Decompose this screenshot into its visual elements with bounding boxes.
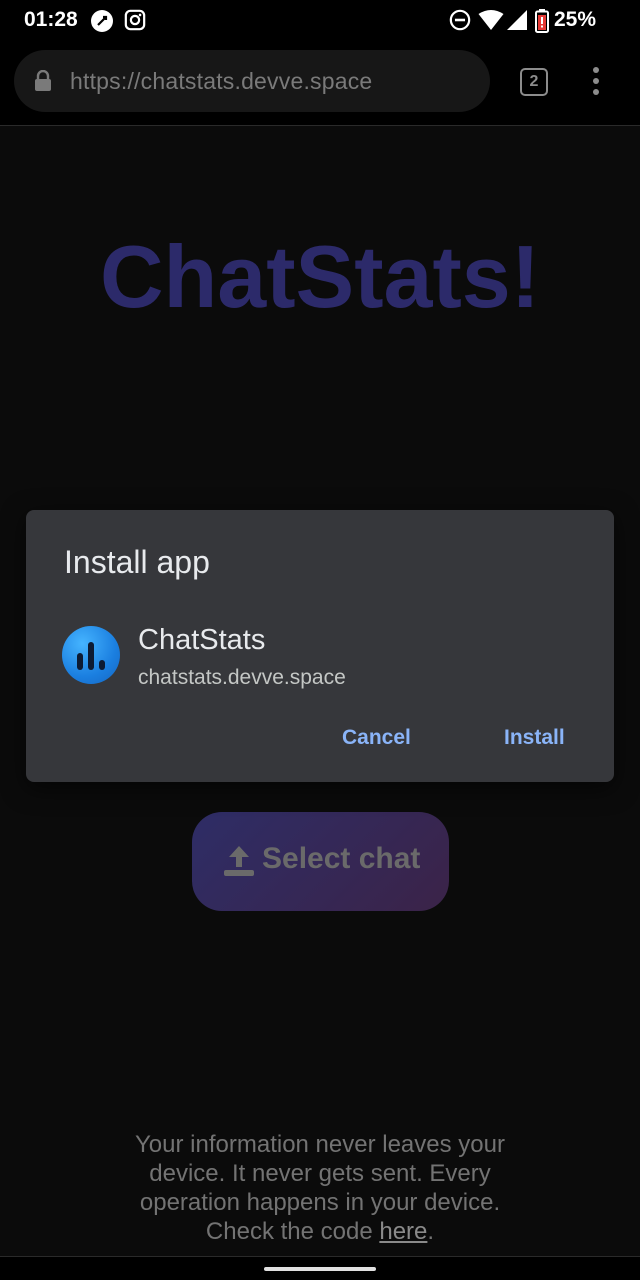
overflow-menu-icon[interactable] — [590, 67, 602, 97]
install-app-dialog: Install app ChatStats chatstats.devve.sp… — [26, 510, 614, 782]
app-url: chatstats.devve.space — [138, 666, 346, 689]
tab-switcher-button[interactable]: 2 — [520, 68, 548, 96]
battery-low-icon — [535, 9, 549, 33]
footer-text: Your information never leaves your devic… — [135, 1131, 505, 1245]
battery-percent: 25% — [553, 8, 596, 31]
url-text: https://chatstats.devve.space — [70, 68, 373, 94]
install-button[interactable]: Install — [504, 726, 565, 750]
dialog-title: Install app — [64, 544, 210, 580]
signal-icon — [507, 10, 527, 30]
footer-end: . — [427, 1218, 435, 1245]
instagram-icon — [124, 9, 146, 31]
lock-icon — [35, 70, 51, 91]
app-name: ChatStats — [138, 624, 266, 656]
upload-icon — [224, 846, 254, 876]
select-chat-button[interactable]: Select chat — [192, 812, 449, 911]
status-time: 01:28 — [24, 8, 78, 31]
home-gesture-pill[interactable] — [264, 1267, 376, 1271]
privacy-footer: Your information never leaves your devic… — [110, 1130, 530, 1246]
page-title: ChatStats! — [99, 227, 541, 326]
url-bar[interactable]: https://chatstats.devve.space — [14, 50, 490, 112]
select-chat-label: Select chat — [262, 842, 421, 875]
cancel-button[interactable]: Cancel — [342, 726, 411, 750]
navigation-bar — [0, 1256, 640, 1280]
browser-toolbar: https://chatstats.devve.space 2 — [0, 40, 640, 126]
do-not-disturb-icon — [449, 9, 471, 31]
chatstats-app-icon — [62, 626, 120, 684]
wifi-icon — [478, 10, 504, 30]
status-bar: 01:28 25% — [0, 0, 640, 40]
code-link[interactable]: here — [379, 1218, 427, 1245]
app-notification-icon — [91, 10, 113, 32]
